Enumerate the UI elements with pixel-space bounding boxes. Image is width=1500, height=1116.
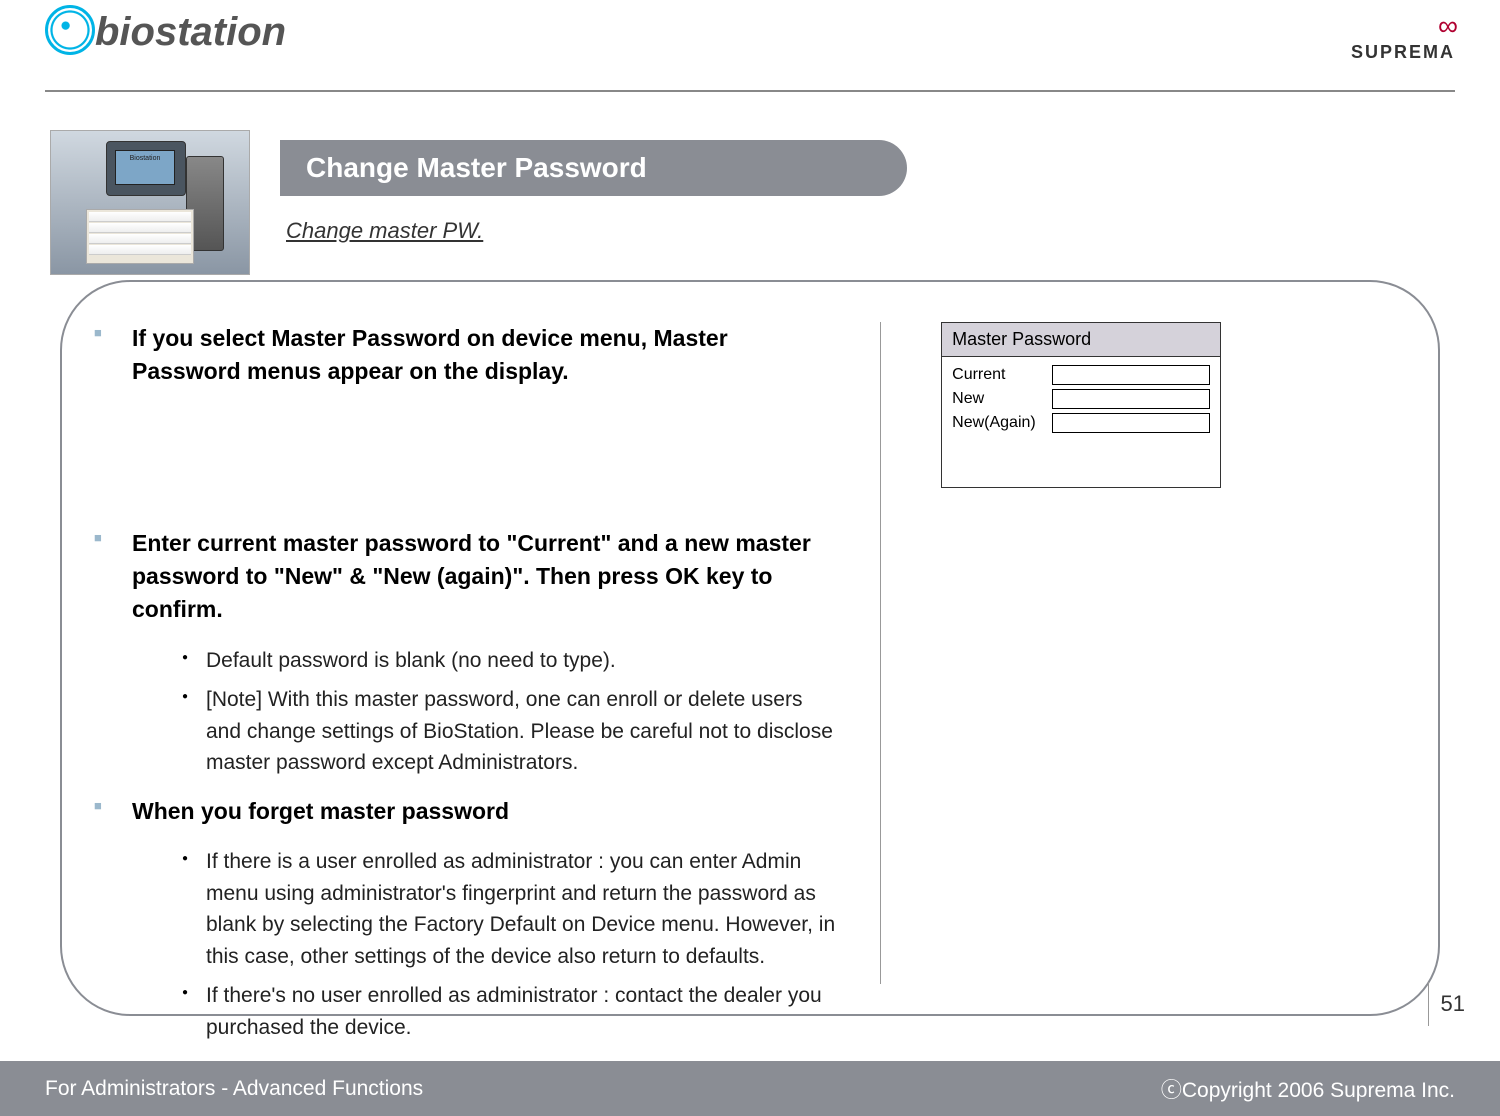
title-block: Biostation Change Master Password Change… xyxy=(50,130,907,275)
infinity-icon: ∞ xyxy=(1351,10,1455,42)
right-column: Master Password Current New New(Again) xyxy=(880,322,1398,984)
title-container: Change Master Password Change master PW. xyxy=(280,140,907,244)
page-header: biostation ∞ SUPREMA xyxy=(0,0,1500,90)
device-body-icon: Biostation xyxy=(106,141,186,196)
field-new xyxy=(1052,389,1210,409)
bullet-3-sub-2: If there's no user enrolled as administr… xyxy=(182,980,840,1043)
logo-biostation: biostation xyxy=(45,10,286,55)
footer-left: For Administrators - Advanced Functions xyxy=(45,1077,423,1101)
row-new-again: New(Again) xyxy=(952,413,1210,433)
label-new-again: New(Again) xyxy=(952,414,1052,432)
left-column: If you select Master Password on device … xyxy=(132,322,880,984)
bullet-2-sub-1: Default password is blank (no need to ty… xyxy=(182,645,840,677)
master-password-panel: Master Password Current New New(Again) xyxy=(941,322,1221,488)
content-box: If you select Master Password on device … xyxy=(60,280,1440,1016)
label-new: New xyxy=(952,390,1052,408)
bullet-1: If you select Master Password on device … xyxy=(132,322,840,389)
bullet-2-sublist: Default password is blank (no need to ty… xyxy=(182,645,840,779)
bullet-2-sub-2: [Note] With this master password, one ca… xyxy=(182,684,840,779)
page-title: Change Master Password xyxy=(280,140,907,196)
logo-right-text: SUPREMA xyxy=(1351,42,1455,63)
device-thumbnail: Biostation xyxy=(50,130,250,275)
page-subtitle: Change master PW. xyxy=(280,218,907,244)
label-current: Current xyxy=(952,366,1052,384)
logo-left-text: biostation xyxy=(95,10,286,54)
panel-header: Master Password xyxy=(942,323,1220,357)
device-menu-illustration xyxy=(86,209,194,264)
row-current: Current xyxy=(952,365,1210,385)
footer: For Administrators - Advanced Functions … xyxy=(0,1061,1500,1116)
bullet-3-sub-1: If there is a user enrolled as administr… xyxy=(182,846,840,972)
bullet-3: When you forget master password xyxy=(132,795,840,828)
swirl-icon xyxy=(45,5,95,55)
field-new-again xyxy=(1052,413,1210,433)
header-divider xyxy=(45,90,1455,92)
row-new: New xyxy=(952,389,1210,409)
footer-right: ⓒCopyright 2006 Suprema Inc. xyxy=(1161,1074,1455,1104)
bullet-2: Enter current master password to "Curren… xyxy=(132,527,840,627)
field-current xyxy=(1052,365,1210,385)
bullet-3-sublist: If there is a user enrolled as administr… xyxy=(182,846,840,1043)
panel-body: Current New New(Again) xyxy=(942,357,1220,487)
page-number: 51 xyxy=(1428,982,1465,1026)
device-screen: Biostation xyxy=(115,150,175,185)
logo-suprema: ∞ SUPREMA xyxy=(1351,10,1455,63)
